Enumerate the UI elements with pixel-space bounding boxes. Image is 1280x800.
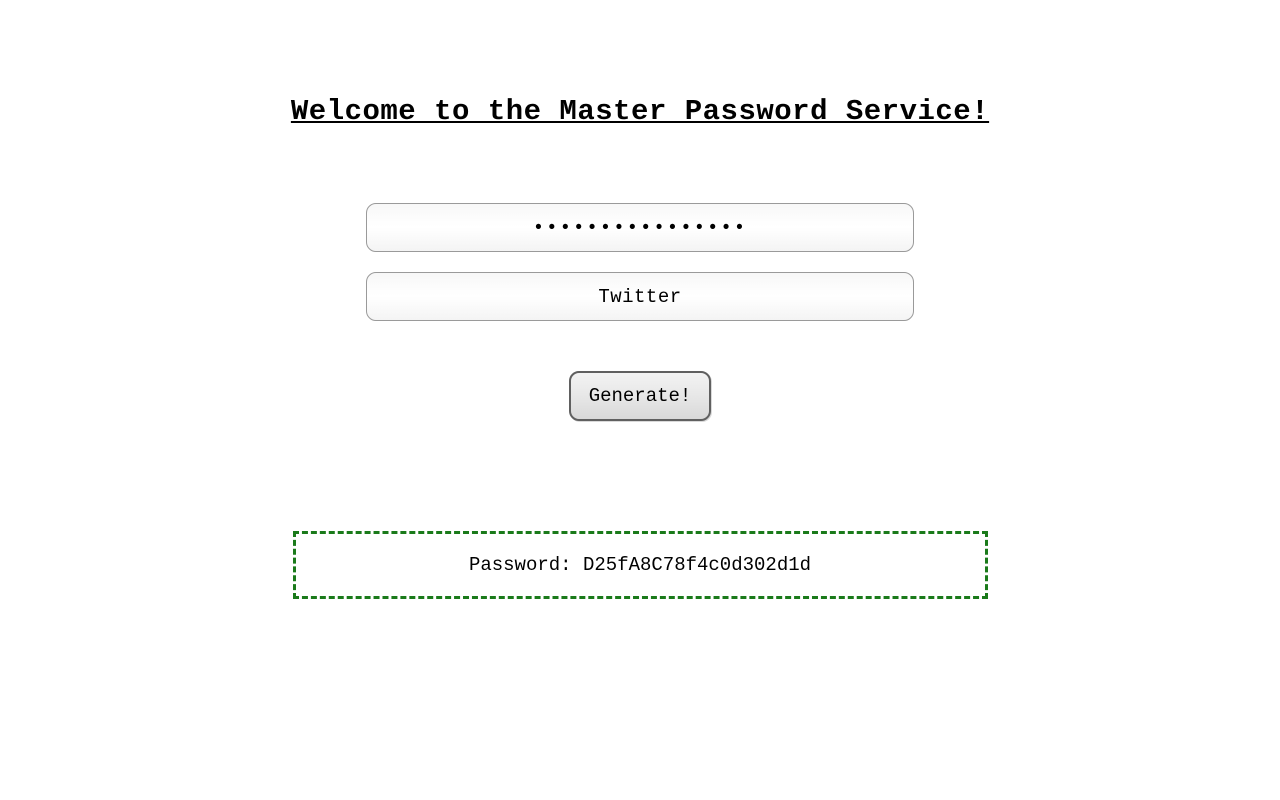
generated-password-value: D25fA8C78f4c0d302d1d	[583, 554, 811, 576]
result-label: Password:	[469, 554, 583, 576]
generate-button[interactable]: Generate!	[569, 371, 712, 421]
master-password-input[interactable]	[366, 203, 914, 252]
main-container: Welcome to the Master Password Service! …	[0, 95, 1280, 599]
page-title: Welcome to the Master Password Service!	[291, 95, 989, 128]
generated-password-box: Password: D25fA8C78f4c0d302d1d	[293, 531, 988, 599]
site-name-input[interactable]	[366, 272, 914, 321]
